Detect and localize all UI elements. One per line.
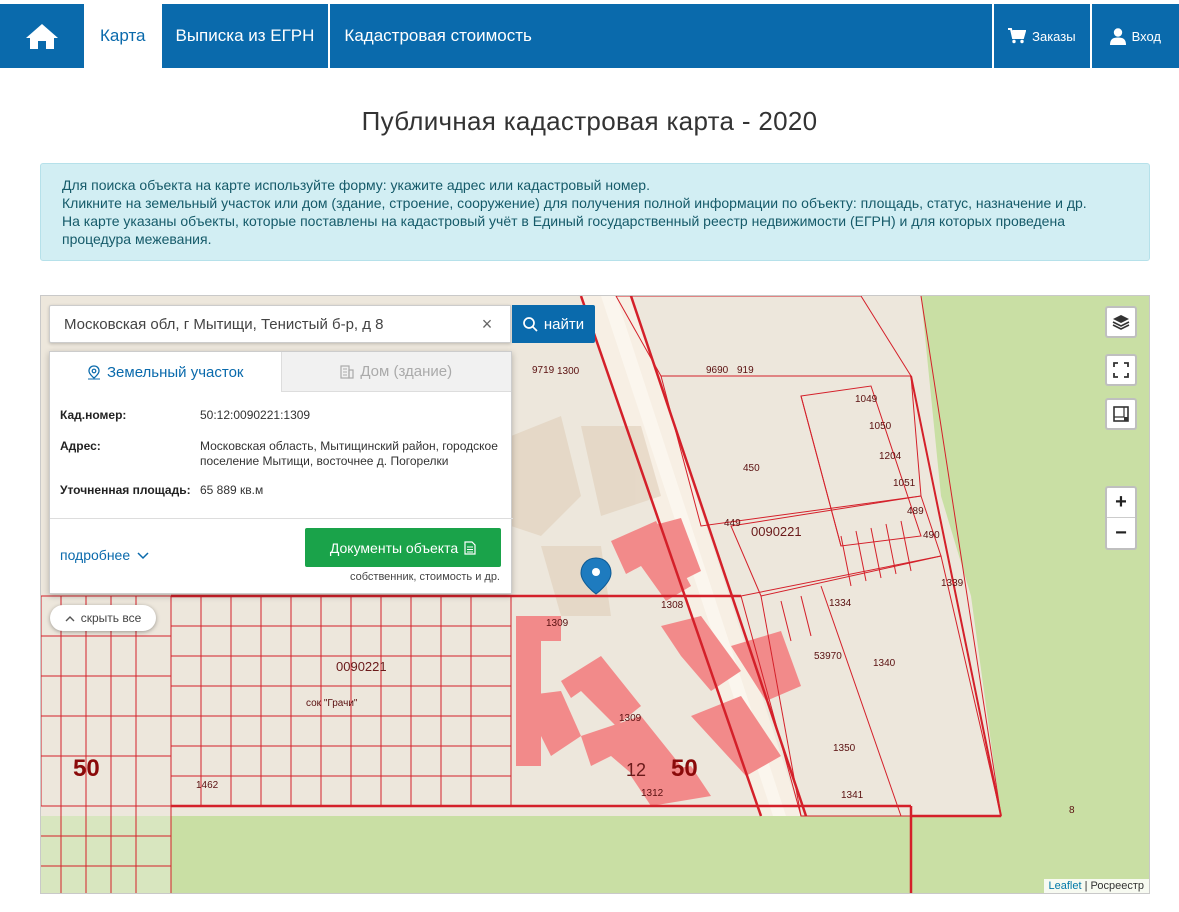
orders-label: Заказы	[1032, 28, 1076, 44]
chevron-up-icon	[65, 615, 75, 621]
map-label: 1341	[841, 790, 864, 801]
login-label: Вход	[1131, 28, 1161, 44]
map-label: 1350	[833, 743, 856, 754]
map-label: 1300	[557, 366, 580, 377]
docs-button-label: Документы объекта	[329, 539, 459, 556]
info-line: На карте указаны объекты, которые постав…	[62, 213, 1065, 247]
map-label: 490	[923, 530, 940, 541]
layers-button[interactable]	[1105, 306, 1137, 338]
map-label: 1051	[893, 478, 916, 489]
measure-button[interactable]	[1105, 398, 1137, 430]
zoom-out-button[interactable]: −	[1107, 518, 1135, 548]
info-row-area: Уточненная площадь: 65 889 кв.м	[50, 483, 511, 498]
layers-icon	[1112, 315, 1130, 330]
map-label: 1339	[941, 578, 964, 589]
map-pin-icon	[87, 364, 100, 379]
info-row-address: Адрес: Московская область, Мытищинский р…	[50, 439, 511, 469]
top-navbar: Карта Выписка из ЕГРН Кадастровая стоимо…	[0, 4, 1179, 68]
search-input[interactable]: Московская обл, г Мытищи, Тенистый б-р, …	[49, 305, 511, 343]
hide-all-button[interactable]: скрыть все	[50, 605, 156, 631]
search-value: Московская обл, г Мытищи, Тенистый б-р, …	[64, 315, 384, 333]
row-key: Уточненная площадь:	[60, 483, 191, 497]
map-label: 1312	[641, 788, 664, 799]
info-line: Для поиска объекта на карте используйте …	[62, 177, 650, 193]
more-label: подробнее	[60, 547, 131, 563]
map-label: 919	[737, 365, 754, 376]
map-label: 1308	[661, 600, 684, 611]
tab-land-plot-label: Земельный участок	[106, 363, 244, 381]
user-icon	[1109, 27, 1126, 45]
document-icon	[464, 540, 476, 555]
map-label: 1204	[879, 451, 902, 462]
object-info-panel: Земельный участок Дом (здание) Кад.номер…	[49, 351, 513, 594]
row-key: Адрес:	[60, 439, 101, 453]
map-label: 1049	[855, 394, 878, 405]
map-label: 1309	[546, 618, 569, 629]
info-alert: Для поиска объекта на карте используйте …	[40, 163, 1150, 261]
map-label: 1334	[829, 598, 852, 609]
map-label: 1309	[619, 713, 642, 724]
home-button[interactable]	[0, 4, 84, 68]
map-label: 9719	[532, 365, 555, 376]
cart-icon	[1008, 28, 1027, 44]
search-button-label: найти	[543, 315, 585, 333]
row-value: Московская область, Мытищинский район, г…	[200, 439, 498, 468]
map-label: сок "Грачи"	[306, 698, 358, 709]
info-row-cadnum: Кад.номер: 50:12:0090221:1309	[50, 408, 511, 423]
tab-house-label: Дом (здание)	[360, 363, 453, 380]
hide-all-label: скрыть все	[80, 611, 142, 625]
map-label: 0090221	[751, 524, 802, 539]
page-title: Публичная кадастровая карта - 2020	[361, 106, 818, 136]
map-label: 50	[671, 755, 698, 782]
map-label: 50	[73, 755, 100, 782]
row-key: Кад.номер:	[60, 408, 127, 422]
chevron-down-icon	[137, 552, 149, 560]
map-label: 449	[724, 518, 741, 529]
docs-subtitle: собственник, стоимость и др.	[350, 571, 500, 583]
tab-cadastral-value[interactable]: Кадастровая стоимость	[330, 4, 545, 68]
cadastral-map[interactable]: 0090221 0090221 50 50 12 1308 1309 1309 …	[40, 295, 1150, 894]
object-documents-button[interactable]: Документы объекта	[305, 528, 501, 567]
panel-footer: подробнее Документы объекта собственник,…	[50, 518, 513, 594]
map-label: 489	[907, 506, 924, 517]
search-button[interactable]: найти	[512, 305, 595, 343]
map-label: 8	[1069, 805, 1075, 816]
map-label: 53970	[814, 651, 842, 662]
leaflet-link[interactable]: Leaflet	[1049, 880, 1082, 892]
row-value: 50:12:0090221:1309	[200, 408, 311, 422]
green-area	[171, 816, 911, 893]
tab-land-plot[interactable]: Земельный участок	[50, 352, 281, 392]
zoom-in-button[interactable]: +	[1107, 488, 1135, 518]
tab-house[interactable]: Дом (здание)	[280, 352, 511, 392]
map-label: 12	[626, 760, 646, 780]
nav-spacer	[546, 4, 995, 68]
more-link[interactable]: подробнее	[60, 547, 149, 563]
tab-egrn-extract[interactable]: Выписка из ЕГРН	[162, 4, 331, 68]
fullscreen-icon	[1113, 362, 1129, 378]
search-icon	[523, 316, 538, 332]
tab-map[interactable]: Карта	[84, 4, 162, 68]
map-label: 1340	[873, 658, 896, 669]
fullscreen-button[interactable]	[1105, 354, 1137, 386]
rosreestr-credit: Росреестр	[1090, 880, 1144, 892]
map-label: 9690	[706, 365, 729, 376]
zoom-control: + −	[1105, 486, 1137, 550]
map-label: 1462	[196, 780, 219, 791]
map-label: 1050	[869, 421, 892, 432]
login-button[interactable]: Вход	[1092, 4, 1179, 68]
building-icon	[340, 364, 354, 379]
home-icon	[26, 24, 58, 49]
map-label: 450	[743, 463, 760, 474]
clear-icon[interactable]: ×	[478, 314, 496, 335]
map-label: 0090221	[336, 659, 387, 674]
info-line: Кликните на земельный участок или дом (з…	[62, 195, 1087, 211]
ruler-icon	[1113, 406, 1129, 422]
map-attribution: Leaflet | Росреестр	[1043, 879, 1149, 893]
orders-button[interactable]: Заказы	[994, 4, 1092, 68]
row-value: 65 889 кв.м	[200, 483, 264, 497]
